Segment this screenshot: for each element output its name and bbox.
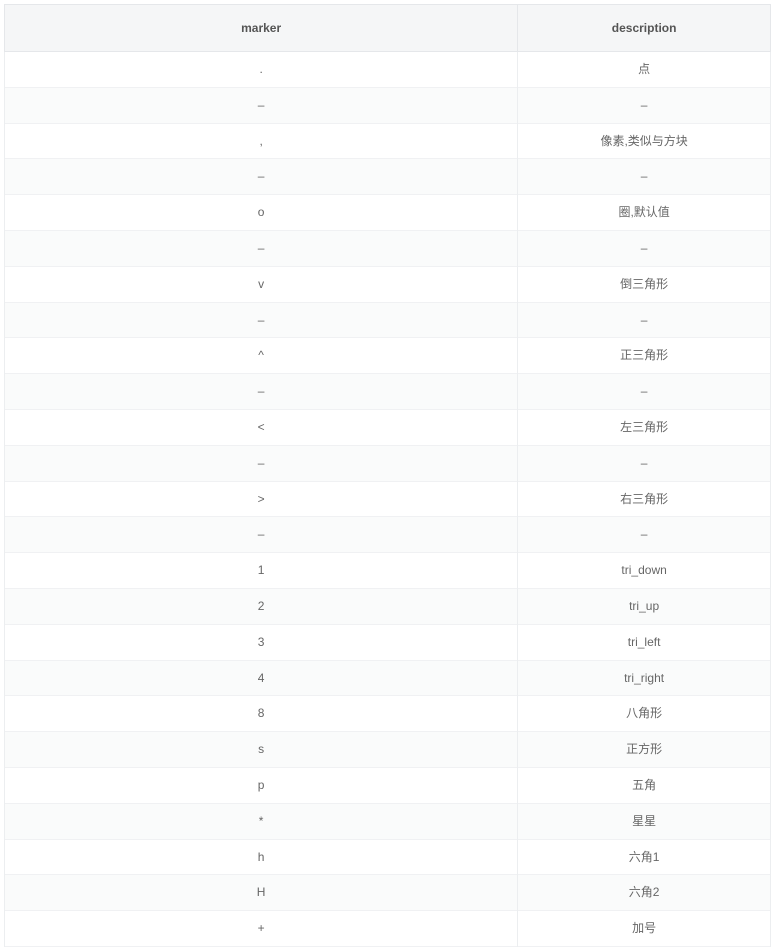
table-row: –– (5, 159, 771, 195)
cell-description: 点 (518, 52, 771, 88)
table-row: v倒三角形 (5, 266, 771, 302)
cell-marker: – (5, 159, 518, 195)
table-row: 3tri_left (5, 624, 771, 660)
cell-marker: – (5, 87, 518, 123)
table-row: +加号 (5, 911, 771, 947)
cell-description: tri_up (518, 588, 771, 624)
cell-marker: v (5, 266, 518, 302)
cell-description: 加号 (518, 911, 771, 947)
cell-description: 右三角形 (518, 481, 771, 517)
table-row: –– (5, 517, 771, 553)
table-row: H六角2 (5, 875, 771, 911)
table-row: <左三角形 (5, 409, 771, 445)
cell-marker: < (5, 409, 518, 445)
cell-marker: ^ (5, 338, 518, 374)
cell-marker: h (5, 839, 518, 875)
cell-description: – (518, 374, 771, 410)
table-row: o圈,默认值 (5, 195, 771, 231)
cell-description: 正方形 (518, 732, 771, 768)
cell-marker: – (5, 445, 518, 481)
cell-marker: > (5, 481, 518, 517)
cell-description: – (518, 302, 771, 338)
header-marker: marker (5, 5, 518, 52)
cell-description: tri_down (518, 553, 771, 589)
cell-marker: 2 (5, 588, 518, 624)
table-row: –– (5, 302, 771, 338)
cell-description: – (518, 517, 771, 553)
cell-marker: , (5, 123, 518, 159)
cell-description: tri_left (518, 624, 771, 660)
cell-description: 星星 (518, 803, 771, 839)
cell-description: 正三角形 (518, 338, 771, 374)
marker-table: marker description .点––,像素,类似与方块––o圈,默认值… (4, 4, 771, 947)
table-row: p五角 (5, 767, 771, 803)
cell-description: 六角2 (518, 875, 771, 911)
cell-description: – (518, 159, 771, 195)
cell-marker: H (5, 875, 518, 911)
cell-description: – (518, 230, 771, 266)
table-row: s正方形 (5, 732, 771, 768)
cell-marker: p (5, 767, 518, 803)
cell-marker: – (5, 230, 518, 266)
table-row: ^正三角形 (5, 338, 771, 374)
table-row: 2tri_up (5, 588, 771, 624)
cell-marker: s (5, 732, 518, 768)
table-row: –– (5, 445, 771, 481)
table-row: –– (5, 87, 771, 123)
table-row: ,像素,类似与方块 (5, 123, 771, 159)
cell-description: 五角 (518, 767, 771, 803)
cell-marker: – (5, 302, 518, 338)
cell-marker: . (5, 52, 518, 88)
cell-description: 六角1 (518, 839, 771, 875)
cell-description: 倒三角形 (518, 266, 771, 302)
cell-description: 像素,类似与方块 (518, 123, 771, 159)
table-row: 8八角形 (5, 696, 771, 732)
header-row: marker description (5, 5, 771, 52)
table-row: >右三角形 (5, 481, 771, 517)
cell-description: 圈,默认值 (518, 195, 771, 231)
cell-marker: o (5, 195, 518, 231)
cell-marker: – (5, 374, 518, 410)
cell-description: 八角形 (518, 696, 771, 732)
table-body: .点––,像素,类似与方块––o圈,默认值––v倒三角形––^正三角形––<左三… (5, 52, 771, 947)
table-row: –– (5, 374, 771, 410)
cell-marker: – (5, 517, 518, 553)
table-row: –– (5, 230, 771, 266)
table-header: marker description (5, 5, 771, 52)
cell-description: – (518, 445, 771, 481)
cell-marker: 4 (5, 660, 518, 696)
table-row: 4tri_right (5, 660, 771, 696)
cell-description: tri_right (518, 660, 771, 696)
cell-marker: 8 (5, 696, 518, 732)
table-row: 1tri_down (5, 553, 771, 589)
table-row: *星星 (5, 803, 771, 839)
table-row: .点 (5, 52, 771, 88)
cell-marker: 3 (5, 624, 518, 660)
table-row: h六角1 (5, 839, 771, 875)
header-description: description (518, 5, 771, 52)
cell-marker: 1 (5, 553, 518, 589)
cell-description: 左三角形 (518, 409, 771, 445)
cell-marker: + (5, 911, 518, 947)
cell-marker: * (5, 803, 518, 839)
cell-description: – (518, 87, 771, 123)
